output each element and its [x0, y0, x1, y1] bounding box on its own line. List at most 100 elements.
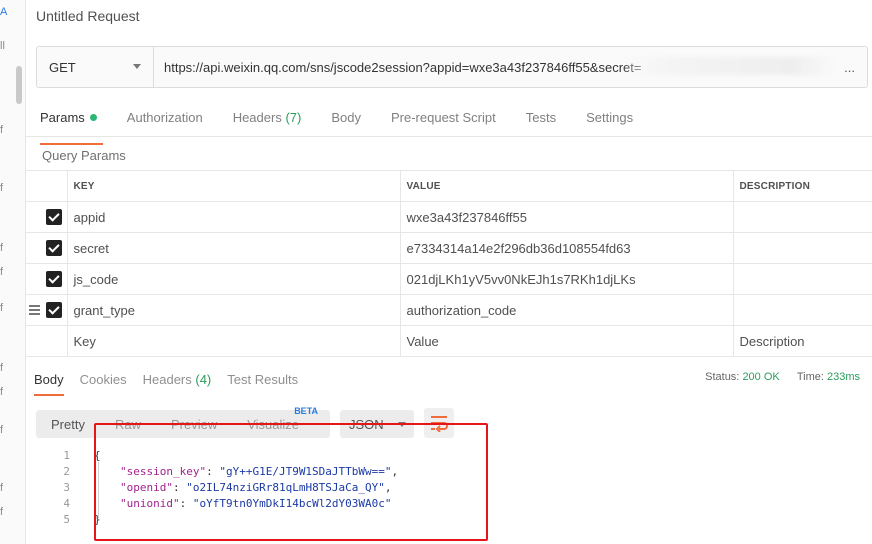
- resp-tab-headers[interactable]: Headers (4): [143, 372, 212, 387]
- response-status: Status: 200 OK Time: 233ms: [705, 371, 860, 383]
- line-number: 3: [63, 481, 70, 494]
- json-value: "oYfT9tn0YmDkI14bcWl2dY03WA0c": [192, 497, 392, 510]
- header-cell-select: [26, 170, 68, 202]
- sidebar-fragment[interactable]: f: [0, 302, 3, 314]
- sidebar-fragment[interactable]: f: [0, 266, 3, 278]
- sidebar-fragment[interactable]: ll: [0, 40, 5, 52]
- tab-headers-label: Headers: [232, 110, 282, 125]
- url-overflow: ...: [844, 60, 855, 75]
- param-description[interactable]: [732, 201, 872, 233]
- header-description: DESCRIPTION: [732, 170, 872, 202]
- drag-handle-icon[interactable]: [29, 305, 40, 315]
- sidebar-fragment[interactable]: f: [0, 506, 3, 518]
- new-key-input[interactable]: Key: [66, 325, 401, 357]
- row-select-cell: [26, 201, 68, 233]
- view-pretty[interactable]: Pretty: [36, 417, 100, 432]
- sidebar-fragment[interactable]: f: [0, 124, 3, 136]
- tab-settings[interactable]: Settings: [586, 110, 633, 134]
- param-checkbox[interactable]: [46, 302, 62, 318]
- time-label: Time:: [796, 371, 824, 383]
- table-row: grant_type authorization_code: [26, 294, 872, 326]
- param-value[interactable]: authorization_code: [399, 294, 734, 326]
- param-description[interactable]: [732, 263, 872, 295]
- response-divider: [26, 356, 872, 357]
- param-value[interactable]: wxe3a43f237846ff55: [399, 201, 734, 233]
- param-description[interactable]: [732, 232, 872, 264]
- param-checkbox[interactable]: [46, 240, 62, 256]
- resp-tab-headers-label: Headers: [142, 372, 192, 387]
- tab-prerequest-script[interactable]: Pre-request Script: [391, 110, 496, 134]
- params-active-dot-icon: [89, 114, 97, 121]
- param-key[interactable]: secret: [66, 232, 401, 264]
- resp-tab-cookies[interactable]: Cookies: [80, 372, 127, 387]
- sidebar-fragment[interactable]: f: [0, 182, 3, 194]
- param-key[interactable]: appid: [66, 201, 401, 233]
- line-number: 5: [63, 513, 70, 526]
- resp-tab-body[interactable]: Body: [34, 372, 64, 396]
- code-line-session-key: "session_key": "gY++G1E/JT9W1SDaJTTbWw==…: [120, 464, 398, 480]
- redacted-secret: [626, 57, 836, 75]
- line-number: 1: [63, 449, 70, 462]
- query-params-table: KEY VALUE DESCRIPTION appid wxe3a43f2378…: [26, 170, 872, 357]
- status-label: Status:: [705, 371, 740, 383]
- json-comma: ,: [391, 465, 399, 478]
- sidebar-fragment[interactable]: f: [0, 362, 3, 374]
- chevron-down-icon: [398, 422, 406, 427]
- json-key: "unionid": [120, 497, 180, 510]
- param-value[interactable]: e7334314a14e2f296db36d108554fd63: [399, 232, 734, 264]
- tab-params[interactable]: Params: [40, 110, 103, 145]
- resp-headers-count: (4): [195, 372, 212, 387]
- sidebar-fragment[interactable]: A: [0, 6, 7, 18]
- row-select-cell: [26, 232, 68, 264]
- param-checkbox[interactable]: [46, 271, 62, 287]
- param-key[interactable]: js_code: [66, 263, 401, 295]
- view-mode-bar: Pretty Raw Preview Visualize BETA: [36, 406, 330, 438]
- sidebar-fragment[interactable]: f: [0, 386, 3, 398]
- request-title[interactable]: Untitled Request: [36, 8, 140, 24]
- param-value[interactable]: 021djLKh1yV5vv0NkEJh1s7RKh1djLKs: [399, 263, 734, 295]
- status-value: 200 OK: [742, 371, 780, 383]
- view-visualize[interactable]: Visualize BETA: [232, 406, 318, 432]
- resp-tab-test-results[interactable]: Test Results: [227, 372, 298, 387]
- view-raw[interactable]: Raw: [100, 417, 156, 432]
- code-line-openid: "openid": "o2IL74nziGRr81qLmH8TSJaCa_QY"…: [120, 480, 392, 496]
- table-row: js_code 021djLKh1yV5vv0NkEJh1s7RKh1djLKs: [26, 263, 872, 295]
- tab-body[interactable]: Body: [331, 110, 361, 134]
- param-checkbox[interactable]: [46, 209, 62, 225]
- param-description[interactable]: [732, 294, 872, 326]
- sidebar-fragment[interactable]: f: [0, 482, 3, 494]
- table-row: secret e7334314a14e2f296db36d108554fd63: [26, 232, 872, 264]
- view-visualize-label: Visualize: [247, 416, 300, 432]
- json-sep: :: [206, 465, 220, 478]
- sidebar-fragment[interactable]: f: [0, 242, 3, 254]
- param-key[interactable]: grant_type: [66, 294, 401, 326]
- new-description-input[interactable]: Description: [732, 325, 872, 357]
- row-select-cell: [26, 263, 68, 295]
- sidebar-fragment[interactable]: f: [0, 424, 3, 436]
- code-line-close-brace: }: [94, 513, 101, 526]
- tab-authorization[interactable]: Authorization: [127, 110, 203, 134]
- header-value: VALUE: [399, 170, 734, 202]
- url-text: https://api.weixin.qq.com/sns/jscode2ses…: [164, 59, 642, 75]
- json-key: "openid": [120, 481, 173, 494]
- json-value: "gY++G1E/JT9W1SDaJTTbWw==": [219, 465, 392, 478]
- line-number: 4: [63, 497, 70, 510]
- header-key: KEY: [66, 170, 401, 202]
- new-value-input[interactable]: Value: [399, 325, 734, 357]
- response-tabs: Body Cookies Headers (4) Test Results: [34, 372, 314, 396]
- row-select-cell: [26, 325, 68, 357]
- collections-sidebar: A ll f f f f f f f f f f: [0, 0, 26, 544]
- wrap-lines-button[interactable]: [424, 408, 454, 438]
- row-select-cell: [26, 294, 68, 326]
- headers-count: (7): [285, 110, 302, 125]
- sidebar-scrollbar[interactable]: [16, 66, 22, 104]
- tab-headers[interactable]: Headers (7): [233, 110, 302, 134]
- url-input[interactable]: https://api.weixin.qq.com/sns/jscode2ses…: [154, 47, 867, 87]
- tab-tests[interactable]: Tests: [526, 110, 556, 134]
- table-header-row: KEY VALUE DESCRIPTION: [26, 170, 872, 202]
- format-select[interactable]: JSON: [340, 410, 414, 438]
- method-select[interactable]: GET: [37, 47, 154, 87]
- view-preview[interactable]: Preview: [156, 417, 232, 432]
- json-comma: ,: [384, 481, 392, 494]
- code-line-unionid: "unionid": "oYfT9tn0YmDkI14bcWl2dY03WA0c…: [120, 496, 392, 512]
